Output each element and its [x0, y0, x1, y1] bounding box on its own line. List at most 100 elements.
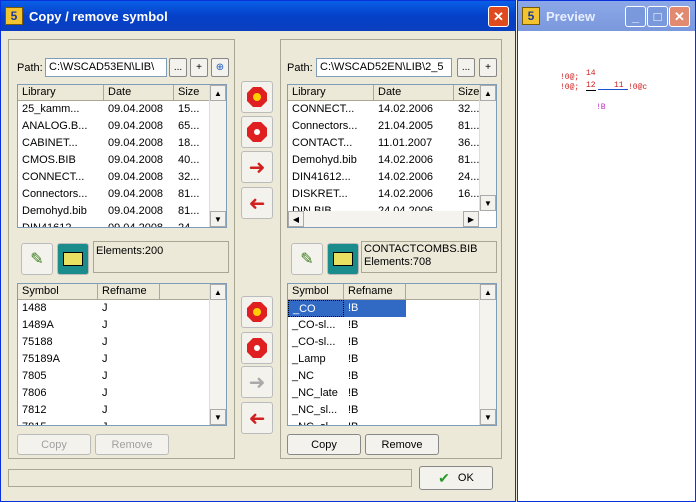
list-item[interactable]: 7815J — [18, 419, 226, 425]
cell: Demohyd.bib — [292, 154, 357, 166]
left-lib-scrollbar[interactable]: ▲ ▼ — [209, 85, 226, 227]
left-library-grid[interactable]: Library Date Size 25_kamm... 09.04.2008 15..… — [17, 84, 227, 228]
minimize-icon[interactable]: _ — [625, 6, 646, 27]
right-path-field[interactable]: C:\WSCAD52EN\LIB\2_5 — [316, 58, 452, 77]
list-item[interactable]: _CO !B — [288, 300, 496, 317]
arrow-right-icon[interactable]: ➜ — [241, 151, 273, 183]
col-size: Size — [174, 85, 210, 100]
table-row[interactable]: CONNECT... 14.02.2006 32... — [288, 101, 496, 118]
cell: J — [102, 387, 108, 399]
left-elements-count: Elements:200 — [96, 245, 164, 257]
dialog-titlebar[interactable]: 5 Copy / remove symbol ✕ — [1, 1, 515, 31]
stop-all-icon-2[interactable] — [241, 332, 273, 364]
right-lib-scrollbar[interactable]: ▲ ▼ — [479, 85, 496, 211]
right-symbol-grid[interactable]: Symbol Refname _CO !B _CO-sl... !B _CO-sl...!… — [287, 283, 497, 426]
table-row[interactable]: DIN41612... 09.04.2008 24... — [18, 220, 226, 228]
list-item[interactable]: _CO-sl... !B — [288, 317, 496, 334]
list-item[interactable]: 7805 J — [18, 368, 226, 385]
table-row[interactable]: Connectors... 09.04.2008 81... — [18, 186, 226, 203]
right-info-box: CONTACTCOMBS.BIB Elements:708 — [361, 241, 497, 273]
list-item[interactable]: _NC_sl...!B — [288, 402, 496, 419]
cell: J — [102, 353, 108, 365]
col-symbol: Symbol — [18, 284, 98, 299]
list-item[interactable]: 75188 J — [18, 334, 226, 351]
list-item[interactable]: 1488 J — [18, 300, 226, 317]
left-browse-button[interactable]: ... — [169, 58, 187, 77]
preview-window: 5 Preview _ □ ✕ !0@; 14 !0@; 12 11 !0@c … — [517, 0, 696, 502]
left-path-field[interactable]: C:\WSCAD53EN\LIB\ — [45, 58, 167, 77]
table-row[interactable]: CONNECT... 09.04.2008 32... — [18, 169, 226, 186]
table-row[interactable]: CMOS.BIB 09.04.2008 40... — [18, 152, 226, 169]
table-row[interactable]: Demohyd.bib 14.02.2006 81... — [288, 152, 496, 169]
list-item[interactable]: _NC_late !B — [288, 385, 496, 402]
preview-close-icon[interactable]: ✕ — [669, 6, 690, 27]
cell: !B — [348, 336, 359, 348]
preview-titlebar[interactable]: 5 Preview _ □ ✕ — [518, 1, 695, 31]
left-add-button[interactable]: + — [190, 58, 208, 77]
right-remove-button[interactable]: Remove — [365, 434, 439, 455]
arrow-left-icon-2[interactable]: ➜ — [241, 402, 273, 434]
table-row[interactable]: 25_kamm... 09.04.2008 15... — [18, 101, 226, 118]
list-item[interactable]: _CO-sl... !B — [288, 334, 496, 351]
right-library-grid[interactable]: Library Date Size CONNECT... 14.02.2006 32..… — [287, 84, 497, 228]
table-row[interactable]: CONTACT... 11.01.2007 36... — [288, 135, 496, 152]
stop-icon-2[interactable] — [241, 296, 273, 328]
cell: J — [98, 419, 160, 425]
right-sym-scrollbar[interactable]: ▲ ▼ — [479, 284, 496, 425]
right-info-name: CONTACTCOMBS.BIB — [364, 243, 478, 255]
cell: 18... — [178, 137, 200, 149]
left-copy-button[interactable]: Copy — [17, 434, 91, 455]
right-pick-icon[interactable]: ✎ — [291, 243, 323, 275]
cell: CONNECT... — [292, 103, 355, 115]
arrow-left-icon[interactable]: ➜ — [241, 187, 273, 219]
maximize-icon[interactable]: □ — [647, 6, 668, 27]
col-library: Library — [288, 85, 374, 100]
left-info-box: Elements:200 — [93, 241, 229, 273]
table-row[interactable]: CABINET... 09.04.2008 18... — [18, 135, 226, 152]
list-item[interactable]: 75189A J — [18, 351, 226, 368]
cell: 32... — [178, 171, 200, 183]
table-row[interactable]: Connectors... 21.04.2005 81... — [288, 118, 496, 135]
table-row[interactable]: ANALOG.B... 09.04.2008 65... — [18, 118, 226, 135]
ok-button[interactable]: ✔ OK — [419, 466, 493, 490]
right-lib-hscrollbar[interactable]: ◀ ▶ — [288, 211, 479, 227]
table-row[interactable]: DIN41612... 14.02.2006 24... — [288, 169, 496, 186]
col-date: Date — [104, 85, 174, 100]
right-monitor-icon[interactable] — [327, 243, 359, 275]
preview-refname: !B — [596, 103, 606, 112]
list-item[interactable]: _NC_sl...!B — [288, 419, 496, 425]
table-row[interactable]: DISKRET... 14.02.2006 16... — [288, 186, 496, 203]
cell: 65... — [178, 120, 200, 132]
stop-all-icon[interactable] — [241, 116, 273, 148]
list-item[interactable]: 1489A J — [18, 317, 226, 334]
close-icon[interactable]: ✕ — [488, 6, 509, 27]
cell: 32... — [458, 103, 480, 115]
list-item[interactable]: 7806 J — [18, 385, 226, 402]
cell: _NC_sl... — [288, 419, 344, 425]
left-sym-scrollbar[interactable]: ▲ ▼ — [209, 284, 226, 425]
cell: !B — [344, 300, 406, 317]
table-row[interactable]: Demohyd.bib 09.04.2008 81... — [18, 203, 226, 220]
list-item[interactable]: _NC !B — [288, 368, 496, 385]
left-monitor-icon[interactable] — [57, 243, 89, 275]
right-add-button[interactable]: + — [479, 58, 497, 77]
cell: 14.02.2006 — [378, 154, 434, 166]
cell: J — [102, 336, 108, 348]
list-item[interactable]: _Lamp !B — [288, 351, 496, 368]
check-icon: ✔ — [438, 469, 450, 486]
left-symbol-grid[interactable]: Symbol Refname 1488 J 1489A J 75188 J 75189A J 78… — [17, 283, 227, 426]
list-item[interactable]: 7812 J — [18, 402, 226, 419]
stop-icon[interactable] — [241, 81, 273, 113]
left-target-icon[interactable]: ⊕ — [211, 58, 229, 77]
arrow-right-disabled-icon[interactable]: ➜ — [241, 366, 273, 398]
right-browse-button[interactable]: ... — [457, 58, 475, 77]
cell: 14.02.2006 — [378, 103, 434, 115]
right-copy-button[interactable]: Copy — [287, 434, 361, 455]
left-remove-button[interactable]: Remove — [95, 434, 169, 455]
left-pick-icon[interactable]: ✎ — [21, 243, 53, 275]
cell: DIN41612... — [22, 222, 81, 228]
cell: 75188 — [22, 336, 53, 348]
preview-pin-a: !0@; — [560, 73, 580, 82]
preview-pin-f: !0@c — [628, 83, 648, 92]
col-date: Date — [374, 85, 454, 100]
